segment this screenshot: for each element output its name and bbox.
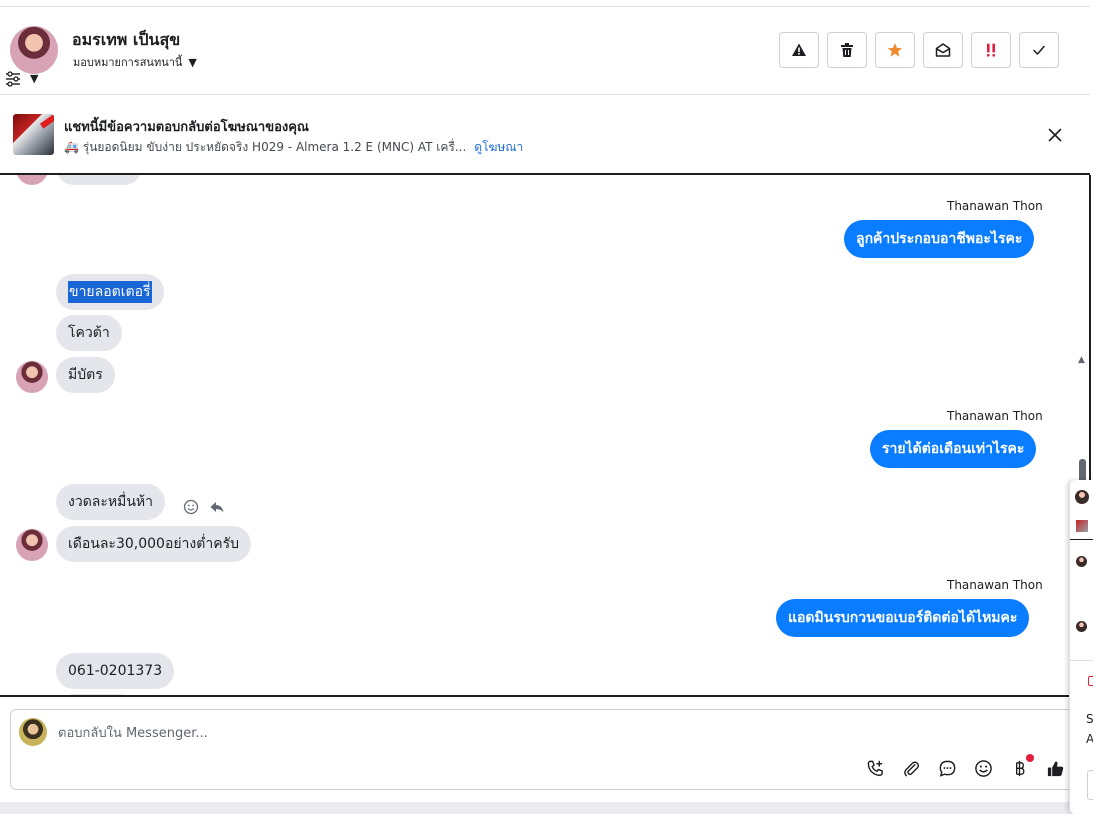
incoming-message[interactable]: ขายลอตเตอรี่ xyxy=(56,274,164,310)
header-divider xyxy=(0,94,1090,95)
selected-message-text: ขายลอตเตอรี่ xyxy=(68,281,152,303)
close-icon[interactable] xyxy=(1046,126,1064,144)
double-exclamation-icon xyxy=(987,43,995,57)
incoming-message[interactable]: เดือนละ30,000อย่างต่ำครับ xyxy=(56,526,251,562)
filter-chevron-down-icon[interactable]: ▼ xyxy=(30,72,38,85)
incoming-message[interactable]: มีบัตร xyxy=(56,357,115,393)
panel-ad-thumbnail xyxy=(1076,520,1088,532)
notification-dot xyxy=(1026,754,1034,762)
delete-button[interactable] xyxy=(827,32,867,68)
ad-thumbnail[interactable] xyxy=(13,114,54,155)
messenger-inbox-window: อมรเทพ เป็นสุข มอบหมายการสนทนานี้ ▼ ▼ แช… xyxy=(0,0,1093,814)
contact-avatar[interactable] xyxy=(10,26,58,74)
scroll-up-arrow-icon[interactable]: ▲ xyxy=(1078,355,1085,365)
filter-sliders-icon[interactable] xyxy=(5,71,23,87)
contact-avatar-small xyxy=(16,361,48,393)
ad-banner-description: 🚑 รุ่นยอดนิยม ขับง่าย ประหยัดจริง H029 -… xyxy=(64,138,523,157)
paperclip-icon[interactable] xyxy=(901,758,921,778)
page-avatar xyxy=(19,718,47,746)
thumbs-up-icon[interactable] xyxy=(1045,758,1065,778)
view-ad-link[interactable]: ดูโฆษณา xyxy=(474,138,523,157)
panel-divider xyxy=(1070,539,1093,540)
star-button[interactable] xyxy=(875,32,915,68)
panel-avatar-small xyxy=(1076,621,1087,632)
ad-description-text: 🚑 รุ่นยอดนิยม ขับง่าย ประหยัดจริง H029 -… xyxy=(64,140,467,154)
panel-text: A xyxy=(1086,732,1093,746)
sender-name: Thanawan Thon xyxy=(947,199,1043,213)
outgoing-message[interactable]: รายได้ต่อเดือนเท่าไรคะ xyxy=(870,430,1037,468)
mark-unread-button[interactable] xyxy=(923,32,963,68)
checkmark-icon xyxy=(1033,45,1045,55)
message-actions xyxy=(183,499,225,515)
bottom-strip xyxy=(0,802,1093,814)
side-panel-partial[interactable]: S A xyxy=(1069,480,1093,814)
emoji-icon[interactable] xyxy=(973,758,993,778)
report-button[interactable] xyxy=(779,32,819,68)
panel-divider xyxy=(1070,660,1093,661)
sender-name: Thanawan Thon xyxy=(947,409,1043,423)
assign-label: มอบหมายการสนทนานี้ xyxy=(73,56,183,69)
reply-input[interactable] xyxy=(58,722,658,744)
reply-arrow-icon[interactable] xyxy=(209,499,225,515)
ad-banner-title: แชทนี้มีข้อความตอบกลับต่อโฆษณาของคุณ xyxy=(64,120,309,135)
panel-red-icon xyxy=(1088,676,1093,686)
baht-payment-icon[interactable] xyxy=(1009,758,1029,778)
mark-important-button[interactable] xyxy=(971,32,1011,68)
react-emoji-icon[interactable] xyxy=(183,499,199,515)
top-divider xyxy=(0,6,1090,7)
panel-input-box[interactable] xyxy=(1087,770,1093,800)
assign-conversation-dropdown[interactable]: มอบหมายการสนทนานี้ ▼ xyxy=(73,53,197,71)
contact-avatar-small xyxy=(16,529,48,561)
chevron-down-icon: ▼ xyxy=(188,55,197,69)
contact-avatar-small xyxy=(16,175,48,185)
incoming-message[interactable]: 061-0201373 xyxy=(56,653,175,689)
incoming-message[interactable]: งวดละหมื่นห้า xyxy=(56,484,166,520)
message-thread[interactable]: Thanawan Thon ลูกค้าประกอบอาชีพอะไรคะ ขา… xyxy=(0,175,1090,696)
contact-name[interactable]: อมรเทพ เป็นสุข xyxy=(72,28,180,53)
warning-icon xyxy=(792,43,806,56)
mark-done-button[interactable] xyxy=(1019,32,1059,68)
chat-bottom-border xyxy=(0,695,1090,697)
panel-avatar-small xyxy=(1076,556,1087,567)
saved-reply-icon[interactable] xyxy=(937,758,957,778)
envelope-open-icon xyxy=(935,43,951,57)
sender-name: Thanawan Thon xyxy=(947,578,1043,592)
incoming-message[interactable]: โควต้า xyxy=(56,315,122,351)
phone-add-icon[interactable] xyxy=(865,758,885,778)
panel-avatar xyxy=(1075,490,1089,504)
message-bubble-partial xyxy=(56,175,142,185)
star-icon xyxy=(887,43,903,57)
outgoing-message[interactable]: ลูกค้าประกอบอาชีพอะไรคะ xyxy=(844,220,1035,258)
panel-text: S xyxy=(1086,712,1093,726)
trash-icon xyxy=(841,43,853,57)
outgoing-message[interactable]: แอดมินรบกวนขอเบอร์ติดต่อได้ไหมคะ xyxy=(776,599,1030,637)
